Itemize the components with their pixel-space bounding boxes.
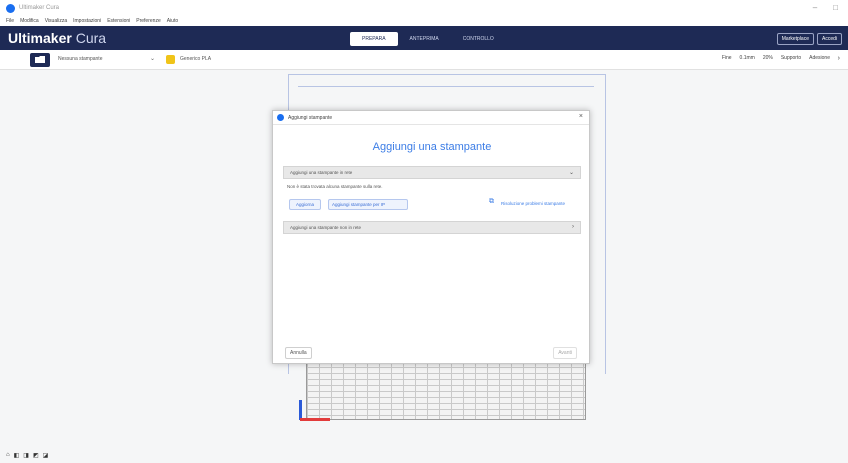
build-volume-edge [288, 74, 606, 75]
y-axis-indicator [299, 400, 302, 420]
camera-view-controls: ⌂ ◧ ◨ ◩ ◪ [6, 452, 48, 459]
menu-bar: File Modifica Visualizza Impostazioni Es… [0, 16, 848, 26]
view-top-icon[interactable]: ◨ [23, 452, 29, 459]
tab-preview[interactable]: ANTEPRIMA [398, 32, 451, 46]
next-button[interactable]: Avanti [553, 347, 577, 359]
tab-monitor[interactable]: CONTROLLO [451, 32, 506, 46]
dialog-title: Aggiungi stampante [288, 114, 333, 121]
build-volume-edge [298, 86, 594, 87]
window-titlebar: Ultimaker Cura – □ [0, 0, 848, 16]
profile-label: Fine [721, 55, 732, 61]
stage-tabs: PREPARA ANTEPRIMA CONTROLLO [350, 32, 506, 46]
support-label: Supporto [780, 55, 802, 61]
section-label: Aggiungi una stampante in rete [290, 170, 353, 175]
troubleshoot-link[interactable]: Risoluzione problemi stampante [501, 201, 565, 206]
maximize-icon[interactable]: □ [833, 3, 838, 12]
adhesion-label: Adesione [809, 55, 830, 61]
refresh-button[interactable]: Aggiorna [289, 199, 321, 210]
infill-label: 20% [762, 55, 773, 61]
dialog-heading: Aggiungi una stampante [372, 141, 492, 153]
window-title: Ultimaker Cura [19, 5, 60, 11]
marketplace-button[interactable]: Marketplace [776, 33, 814, 45]
menu-edit[interactable]: Modifica [20, 18, 39, 24]
view-front-icon[interactable]: ◧ [14, 452, 20, 459]
printer-selector[interactable]: Nessuna stampante [58, 56, 102, 62]
non-networked-printer-section[interactable]: Aggiungi una stampante non in rete › [283, 221, 581, 234]
chevron-right-icon: › [572, 224, 574, 230]
build-plate[interactable] [306, 360, 586, 420]
menu-extensions[interactable]: Estensioni [107, 18, 130, 24]
window-controls: – □ [813, 3, 838, 12]
cancel-button[interactable]: Annulla [285, 347, 312, 359]
no-printer-message: Non è stata trovata alcuna stampante sul… [287, 184, 383, 189]
material-selector[interactable]: Generico PLA [180, 56, 211, 62]
section-label: Aggiungi una stampante non in rete [290, 225, 362, 230]
view-right-icon[interactable]: ◪ [43, 452, 49, 459]
app-header: Ultimaker Cura PREPARA ANTEPRIMA CONTROL… [0, 26, 848, 50]
x-axis-indicator [300, 418, 330, 421]
menu-view[interactable]: Visualizza [45, 18, 67, 24]
minimize-icon[interactable]: – [813, 3, 817, 12]
sign-in-button[interactable]: Accedi [816, 33, 842, 45]
menu-preferences[interactable]: Preferenze [136, 18, 160, 24]
header-actions: Marketplace Accedi [776, 33, 842, 45]
add-printer-dialog: Aggiungi stampante × Aggiungi una stampa… [272, 110, 590, 364]
networked-printer-section[interactable]: Aggiungi una stampante in rete ⌄ [283, 166, 581, 179]
chevron-down-icon[interactable]: ⌄ [150, 55, 155, 62]
material-icon [166, 55, 175, 64]
cura-app-icon [6, 3, 15, 13]
brand-logo: Ultimaker Cura [8, 30, 107, 46]
open-file-button[interactable] [30, 53, 50, 67]
view-left-icon[interactable]: ◩ [33, 452, 39, 459]
cura-app-icon [277, 114, 284, 121]
build-volume-edge [605, 74, 606, 374]
add-by-ip-button[interactable]: Aggiungi stampante per IP [328, 199, 408, 210]
external-link-icon[interactable]: ⧉ [489, 198, 494, 206]
menu-file[interactable]: File [6, 18, 14, 24]
view-3d-icon[interactable]: ⌂ [6, 452, 10, 459]
print-settings-summary[interactable]: Fine 0.1mm 20% Supporto Adesione [722, 55, 830, 61]
layer-height-label: 0.1mm [739, 55, 755, 61]
dialog-titlebar: Aggiungi stampante × [273, 111, 589, 125]
tab-prepare[interactable]: PREPARA [350, 32, 398, 46]
job-toolbar: Nessuna stampante ⌄ Generico PLA Fine 0.… [0, 50, 848, 70]
menu-help[interactable]: Aiuto [167, 18, 178, 24]
menu-settings[interactable]: Impostazioni [73, 18, 101, 24]
chevron-down-icon: ⌄ [568, 170, 574, 176]
close-icon[interactable]: × [579, 113, 583, 120]
panel-toggle-icon[interactable]: › [838, 55, 840, 62]
